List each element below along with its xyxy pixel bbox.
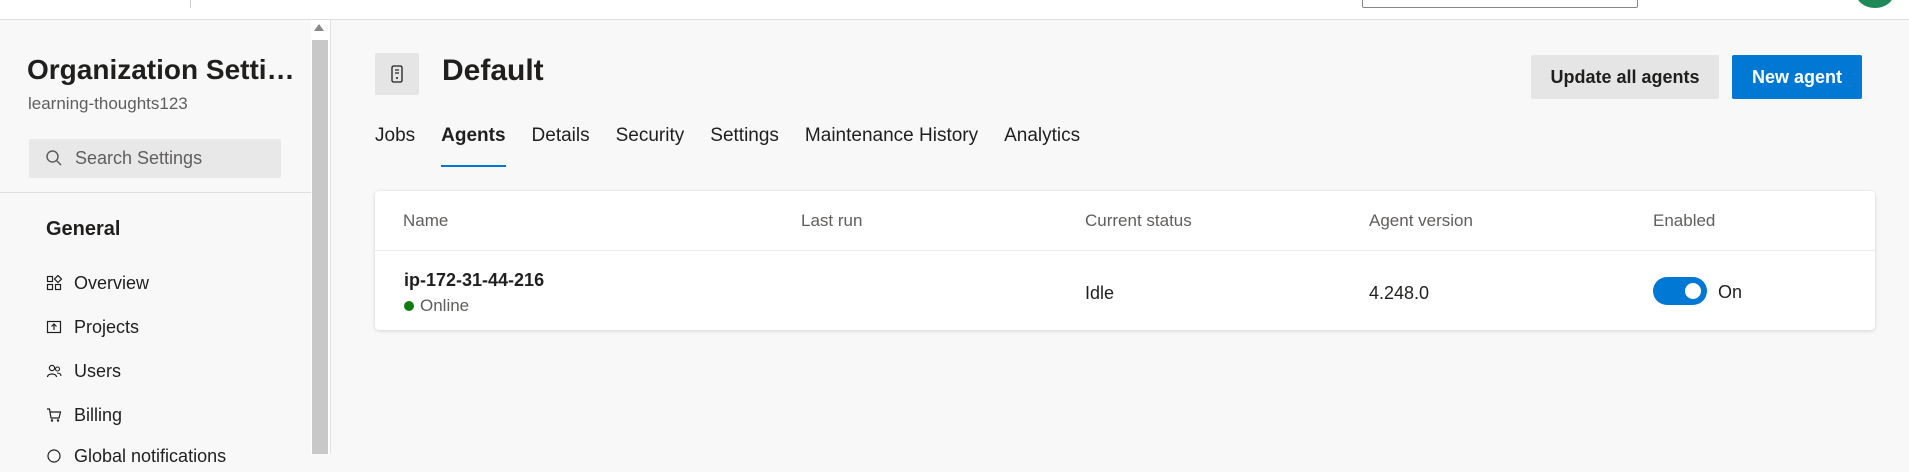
sidebar-item-label: Users xyxy=(74,360,122,381)
sidebar-item-label: Billing xyxy=(74,404,123,425)
sidebar-item-global-notifications[interactable]: Global notifications xyxy=(46,440,226,472)
enabled-toggle-label: On xyxy=(1718,282,1743,302)
agent-pool-icon xyxy=(375,53,419,95)
new-agent-button[interactable]: New agent xyxy=(1732,55,1862,99)
column-header-enabled[interactable]: Enabled xyxy=(1653,211,1715,231)
organization-name: learning-thoughts123 xyxy=(28,94,188,113)
main-divider xyxy=(330,20,331,454)
tab-settings[interactable]: Settings xyxy=(710,124,779,168)
agent-online-label: Online xyxy=(420,296,470,315)
search-icon xyxy=(46,150,62,166)
agent-online-status: Online xyxy=(404,296,469,316)
avatar[interactable] xyxy=(1856,0,1894,8)
online-status-dot-icon xyxy=(404,301,414,311)
settings-search-input[interactable] xyxy=(75,139,275,178)
sidebar-item-label: Global notifications xyxy=(74,445,227,466)
scroll-up-arrow-icon[interactable] xyxy=(314,24,324,31)
column-header-last-run[interactable]: Last run xyxy=(801,211,862,231)
projects-icon xyxy=(46,320,62,334)
enabled-toggle[interactable] xyxy=(1653,277,1707,305)
device-icon xyxy=(391,65,403,83)
column-header-agent-version[interactable]: Agent version xyxy=(1369,211,1473,231)
sidebar-section-general: General xyxy=(46,218,121,240)
agent-current-status: Idle xyxy=(1085,283,1115,303)
column-header-name[interactable]: Name xyxy=(403,211,448,231)
sidebar-scrollbar-thumb[interactable] xyxy=(312,40,328,454)
agents-table: Name Last run Current status Agent versi… xyxy=(375,191,1875,330)
global-search-box[interactable] xyxy=(1362,0,1638,8)
column-header-current-status[interactable]: Current status xyxy=(1085,211,1192,231)
overview-icon xyxy=(46,275,62,291)
tab-security[interactable]: Security xyxy=(616,124,685,168)
tab-jobs[interactable]: Jobs xyxy=(375,124,415,168)
sidebar-item-label: Overview xyxy=(74,272,150,293)
sidebar-item-billing[interactable]: Billing xyxy=(46,399,122,431)
agent-version: 4.248.0 xyxy=(1369,283,1430,303)
tab-analytics[interactable]: Analytics xyxy=(1004,124,1080,168)
tab-details[interactable]: Details xyxy=(532,124,590,168)
users-icon xyxy=(46,364,62,378)
table-header-divider xyxy=(375,250,1875,251)
sidebar-item-projects[interactable]: Projects xyxy=(46,311,139,343)
tab-bar: Jobs Agents Details Security Settings Ma… xyxy=(375,124,1106,168)
settings-search-box[interactable] xyxy=(29,139,281,178)
sidebar-divider xyxy=(0,192,311,193)
sidebar-item-overview[interactable]: Overview xyxy=(46,267,149,299)
sidebar-item-label: Projects xyxy=(74,316,140,337)
notifications-icon xyxy=(47,449,61,463)
page-title: Default xyxy=(442,54,544,87)
tab-maintenance-history[interactable]: Maintenance History xyxy=(805,124,978,168)
billing-icon xyxy=(47,408,62,422)
logo-icon[interactable]: ⌃ xyxy=(22,0,33,10)
update-all-agents-button[interactable]: Update all agents xyxy=(1531,55,1719,99)
agent-name[interactable]: ip-172-31-44-216 xyxy=(404,270,544,291)
top-bar-divider xyxy=(190,0,191,8)
top-bar: ⌃ xyxy=(0,0,1909,20)
toggle-knob xyxy=(1685,283,1701,299)
sidebar-item-users[interactable]: Users xyxy=(46,355,121,387)
tab-agents[interactable]: Agents xyxy=(441,124,506,168)
sidebar-title: Organization Settings xyxy=(27,54,297,85)
